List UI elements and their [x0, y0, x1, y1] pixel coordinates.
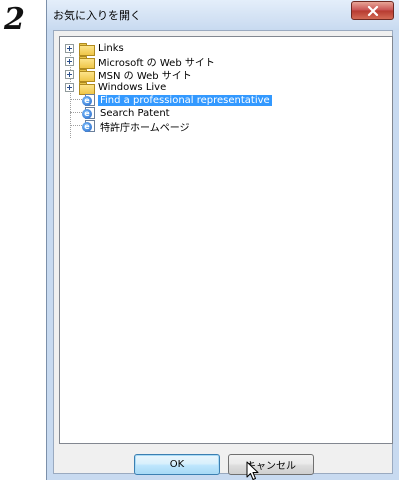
- expand-plus-icon[interactable]: [65, 70, 74, 79]
- tree-item-msn[interactable]: MSN の Web サイト: [65, 68, 192, 82]
- ok-button[interactable]: OK: [134, 454, 220, 475]
- tree-item-label: Links: [98, 43, 124, 54]
- favorites-tree[interactable]: Links Microsoft の Web サイト MSN の Web サイト …: [59, 36, 393, 444]
- tree-item-windows-live[interactable]: Windows Live: [65, 81, 167, 95]
- dialog-body: Links Microsoft の Web サイト MSN の Web サイト …: [53, 30, 393, 480]
- tree-item-label: 特許庁ホームページ: [100, 123, 190, 134]
- tree-item-label: MSN の Web サイト: [98, 71, 192, 82]
- tree-item-label: Find a professional representative: [98, 95, 272, 106]
- ie-page-icon: e: [82, 107, 96, 120]
- close-icon: [367, 5, 378, 16]
- cancel-button[interactable]: キャンセル: [228, 454, 314, 475]
- folder-icon: [78, 42, 95, 56]
- expand-plus-icon[interactable]: [65, 44, 74, 53]
- expand-plus-icon[interactable]: [65, 57, 74, 66]
- expand-plus-icon[interactable]: [65, 83, 74, 92]
- folder-icon: [78, 81, 95, 95]
- ie-page-icon: e: [82, 94, 96, 107]
- title-bar: お気に入りを開く: [47, 0, 399, 30]
- tree-guide-line: [70, 125, 82, 126]
- folder-icon: [78, 68, 95, 82]
- ie-page-icon: e: [82, 120, 96, 133]
- tree-guide-line: [70, 112, 82, 113]
- tree-item-jpo-homepage[interactable]: e 特許庁ホームページ: [82, 120, 190, 134]
- tree-item-label: Search Patent: [100, 108, 170, 119]
- open-favorites-dialog: お気に入りを開く Links Microsoft の Web サイト MSN の…: [46, 0, 399, 480]
- close-button[interactable]: [351, 1, 394, 20]
- step-number: 2: [4, 2, 25, 37]
- folder-icon: [78, 55, 95, 69]
- tree-item-find-professional[interactable]: e Find a professional representative: [82, 94, 272, 107]
- tree-guide-line: [70, 99, 82, 100]
- tree-item-label: Windows Live: [98, 82, 167, 93]
- dialog-title: お気に入りを開く: [53, 9, 141, 22]
- mouse-pointer-icon: [246, 461, 259, 480]
